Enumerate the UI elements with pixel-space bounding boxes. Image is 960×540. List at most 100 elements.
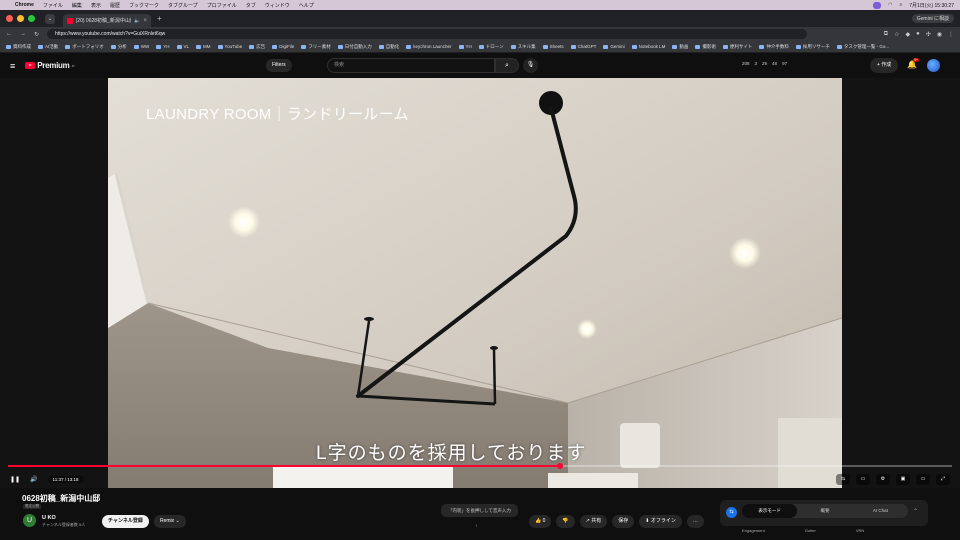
bookmark-item[interactable]: 自動化 xyxy=(379,44,400,50)
bookmark-item[interactable]: AI活動 xyxy=(38,44,58,50)
clock[interactable]: 7月1日(火) 15:30:27 xyxy=(909,2,954,9)
reload-icon[interactable]: ↻ xyxy=(34,31,39,38)
status-pill[interactable] xyxy=(873,1,882,9)
mode-toggle-icon[interactable]: ⇆ xyxy=(726,507,737,518)
fullscreen-icon[interactable]: ⤢ xyxy=(936,473,950,485)
bookmark-item[interactable]: keychron Launcher xyxy=(406,44,451,49)
minimize-window-icon[interactable] xyxy=(17,15,24,22)
remix-button[interactable]: Remix ⌄ xyxy=(154,515,186,528)
bookmark-item[interactable]: MM xyxy=(196,44,211,49)
search-button[interactable]: ⌕ xyxy=(495,58,519,73)
youtube-logo[interactable]: Premium JP xyxy=(25,61,75,70)
voice-search-button[interactable]: 🎙 xyxy=(523,58,538,73)
chevron-up-icon[interactable]: ⌃ xyxy=(913,508,918,515)
menu-tabgroups[interactable]: タブグループ xyxy=(168,2,198,9)
menu-app-chrome[interactable]: Chrome xyxy=(15,2,34,8)
bookmark-item[interactable]: ポートフォリオ xyxy=(65,44,104,50)
bookmark-item[interactable]: 日付自動入力 xyxy=(338,44,372,50)
url-field[interactable]: https://www.youtube.com/watch?v=GuiXRnle… xyxy=(47,29,808,39)
bookmark-item[interactable]: YH xyxy=(156,44,169,49)
display-mode-panel: ⇆ 表示モード 概要 AI Chat ⌃ xyxy=(720,500,928,526)
tab-display-mode[interactable]: 表示モード xyxy=(742,504,798,518)
search-input[interactable]: 検索 xyxy=(327,58,495,73)
mode-foot-engagement[interactable]: Engagement xyxy=(742,528,765,533)
menu-file[interactable]: ファイル xyxy=(43,2,63,9)
search-icon[interactable]: ⌕ xyxy=(899,2,902,8)
account-avatar[interactable] xyxy=(927,59,940,72)
bookmark-item[interactable]: ドローン xyxy=(479,44,504,50)
install-icon[interactable]: ⧉ xyxy=(884,31,888,38)
bookmark-item[interactable]: YH xyxy=(459,44,472,49)
profile-icon[interactable]: ◉ xyxy=(937,31,942,38)
bookmark-item[interactable]: 資料作成 xyxy=(6,44,31,50)
maximize-window-icon[interactable] xyxy=(28,15,35,22)
gemini-button[interactable]: Gemini に相談 xyxy=(911,14,954,23)
bookmark-item[interactable]: スキル集 xyxy=(511,44,536,50)
bookmark-item[interactable]: DigiFile xyxy=(272,44,294,49)
mode-foot-gutter[interactable]: Gutter xyxy=(805,528,816,533)
bookmark-item[interactable]: 動画 xyxy=(672,44,688,50)
volume-icon[interactable]: 🔊 xyxy=(30,476,37,483)
bookmark-item[interactable]: 広告 xyxy=(249,44,265,50)
extension-icon-2[interactable]: ● xyxy=(916,31,920,38)
more-actions-button[interactable]: … xyxy=(686,515,704,528)
mode-foot-vrn[interactable]: VRN xyxy=(856,528,864,533)
menu-help[interactable]: ヘルプ xyxy=(299,2,314,9)
tab-audio-icon[interactable]: 🔈 xyxy=(134,18,140,24)
bookmark-item[interactable]: WW xyxy=(134,44,150,49)
bookmark-item[interactable]: ChatGPT xyxy=(571,44,597,49)
filters-button[interactable]: Filters xyxy=(266,59,292,72)
settings-gear-icon[interactable]: ⚙ xyxy=(876,473,890,485)
like-button[interactable]: 👍 0 xyxy=(529,515,552,528)
menu-hamburger-icon[interactable]: ≡ xyxy=(10,61,15,71)
save-button[interactable]: 保存 xyxy=(612,515,635,528)
new-tab-button[interactable]: + xyxy=(157,14,162,23)
menu-profile[interactable]: プロファイル xyxy=(207,2,237,9)
bookmark-item[interactable]: 仲介手数料 xyxy=(759,44,789,50)
menu-history[interactable]: 履歴 xyxy=(110,2,120,9)
miniplayer-icon[interactable]: ▣ xyxy=(896,473,910,485)
bookmark-item[interactable]: Sheets xyxy=(543,44,564,49)
tab-list-icon[interactable]: ⌄ xyxy=(45,13,55,24)
more-icon[interactable]: ⋮ xyxy=(948,31,954,38)
extension-icon[interactable]: ◆ xyxy=(905,31,910,38)
bookmark-item[interactable]: タスク管理一覧 - Go... xyxy=(837,44,889,50)
menu-tab[interactable]: タブ xyxy=(246,2,256,9)
create-button[interactable]: + 作成 xyxy=(870,58,899,73)
tab-overview[interactable]: 概要 xyxy=(797,504,852,518)
tab-ai-chat[interactable]: AI Chat xyxy=(853,504,908,518)
bookmark-item[interactable]: 採用リサーチ xyxy=(796,44,830,50)
bookmark-item[interactable]: 撮影術 xyxy=(695,44,716,50)
subtitles-icon[interactable]: ▭ xyxy=(856,473,870,485)
channel-name[interactable]: U KO xyxy=(42,515,56,521)
progress-bar[interactable] xyxy=(8,463,952,469)
menu-bookmarks[interactable]: ブックマーク xyxy=(129,2,159,9)
close-window-icon[interactable] xyxy=(6,15,13,22)
bookmark-item[interactable]: YouTube xyxy=(218,44,243,49)
menu-edit[interactable]: 編集 xyxy=(72,2,82,9)
back-icon[interactable]: ← xyxy=(6,31,12,37)
video-player[interactable]: LAUNDRY ROOM｜ランドリールーム L字のものを採用しております ❚❚ … xyxy=(0,78,960,488)
bookmark-item[interactable]: 分析 xyxy=(111,44,127,50)
forward-icon[interactable]: → xyxy=(20,31,26,37)
bookmark-item[interactable]: Gemini xyxy=(603,44,624,49)
menu-window[interactable]: ウィンドウ xyxy=(265,2,290,9)
menu-view[interactable]: 表示 xyxy=(91,2,101,9)
share-button[interactable]: ↗ 共有 xyxy=(579,515,608,528)
dislike-button[interactable]: 👎 xyxy=(556,515,575,528)
extensions-puzzle-icon[interactable]: ✣ xyxy=(926,31,931,38)
close-tab-icon[interactable]: × xyxy=(143,18,147,24)
wifi-icon[interactable]: ◠ xyxy=(888,2,892,8)
offline-button[interactable]: ⬇ オフライン xyxy=(639,515,682,528)
bookmark-item[interactable]: Notebook LM xyxy=(632,44,666,49)
bookmark-item[interactable]: 便利サイト xyxy=(723,44,753,50)
autoplay-toggle-icon[interactable]: ⇆ xyxy=(836,473,850,485)
bookmark-item[interactable]: フリー素材 xyxy=(301,44,331,50)
theater-mode-icon[interactable]: ▭ xyxy=(916,473,930,485)
star-icon[interactable]: ☆ xyxy=(894,31,899,38)
bookmark-item[interactable]: VL xyxy=(177,44,190,49)
subscribe-button[interactable]: チャンネル登録 xyxy=(102,515,149,528)
tab-active[interactable]: (20) 0628初稿_新潟中山邸 🔈 × xyxy=(63,14,151,27)
pause-icon[interactable]: ❚❚ xyxy=(10,476,20,483)
channel-avatar[interactable]: U xyxy=(23,514,36,527)
